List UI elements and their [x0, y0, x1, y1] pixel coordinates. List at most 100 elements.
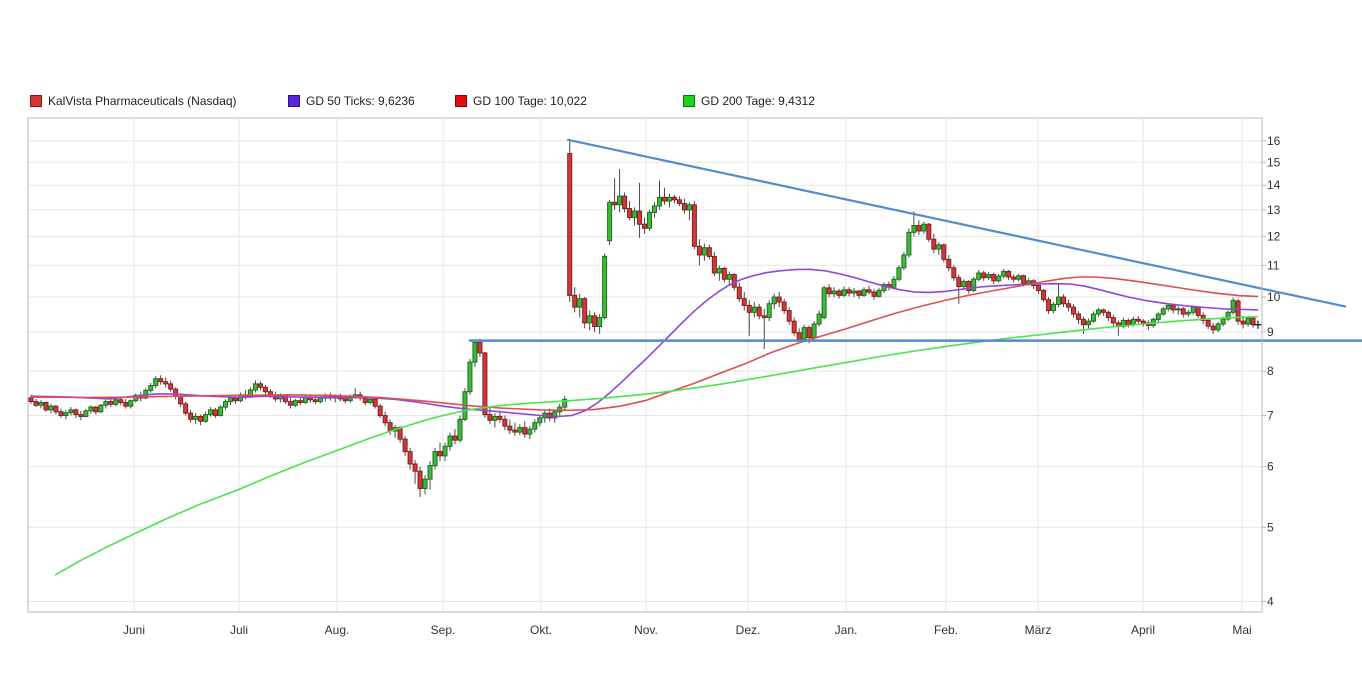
candle-body — [862, 290, 866, 296]
candle-body — [638, 211, 642, 224]
candle-body — [1111, 318, 1115, 323]
candle-body — [473, 343, 477, 363]
candle-body — [603, 256, 607, 317]
candle-body — [957, 278, 961, 287]
candle-body — [737, 287, 741, 298]
candle-body — [59, 412, 63, 416]
candle-body — [503, 419, 507, 426]
candle-body — [977, 273, 981, 279]
candle-body — [343, 399, 347, 401]
candle-body — [288, 402, 292, 406]
candle-body — [533, 423, 537, 429]
candle-body — [922, 224, 926, 231]
candle-body — [478, 343, 482, 353]
candle-body — [368, 399, 372, 402]
x-axis-label: März — [1025, 623, 1052, 637]
candle-body — [1221, 319, 1225, 324]
candle-body — [234, 398, 238, 401]
candle-body — [772, 297, 776, 304]
candle-body — [1027, 281, 1031, 284]
candle-body — [1131, 319, 1135, 324]
candle-body — [1057, 297, 1061, 304]
candle-body — [1002, 271, 1006, 276]
candle-body — [727, 275, 731, 280]
candle-body — [109, 402, 113, 405]
candle-body — [44, 402, 48, 409]
candle-body — [682, 204, 686, 210]
candle-body — [997, 276, 1001, 281]
candle-body — [1007, 271, 1011, 277]
candle-body — [937, 245, 941, 249]
candle-body — [1186, 312, 1190, 314]
candle-body — [1231, 300, 1235, 312]
y-axis-label: 4 — [1267, 594, 1274, 608]
candle-body — [318, 398, 322, 402]
candle-body — [124, 402, 128, 406]
candle-body — [513, 430, 517, 432]
y-axis-label: 5 — [1267, 520, 1274, 534]
candle-body — [842, 290, 846, 296]
candle-body — [94, 407, 98, 412]
candle-body — [1052, 304, 1056, 310]
candle-body — [194, 416, 198, 419]
candle-body — [408, 452, 412, 464]
candle-body — [568, 154, 572, 296]
candle-body — [702, 248, 706, 255]
candle-body — [947, 259, 951, 267]
y-axis-label: 14 — [1267, 178, 1281, 192]
candle-body — [817, 314, 821, 324]
candle-body — [1017, 276, 1021, 279]
y-axis-label: 9 — [1267, 325, 1274, 339]
x-axis-label: Dez. — [736, 623, 761, 637]
candle-body — [488, 415, 492, 421]
candle-body — [199, 416, 203, 421]
candle-body — [403, 439, 407, 451]
candle-body — [633, 211, 637, 217]
candle-body — [1136, 319, 1140, 321]
candle-body — [313, 400, 317, 402]
candle-body — [1206, 320, 1210, 326]
candle-body — [84, 411, 88, 417]
candle-body — [707, 248, 711, 257]
candle-body — [149, 386, 153, 391]
candle-body — [458, 419, 462, 440]
y-axis-label: 13 — [1267, 203, 1281, 217]
candle-body — [583, 299, 587, 323]
candle-body — [104, 402, 108, 406]
candle-body — [1166, 305, 1170, 308]
candle-body — [189, 413, 193, 419]
candle-body — [892, 279, 896, 287]
candle-body — [797, 333, 801, 340]
candle-body — [119, 400, 123, 403]
candle-body — [942, 245, 946, 260]
candle-body — [747, 305, 751, 312]
candle-body — [448, 436, 452, 446]
candle-body — [1037, 286, 1041, 291]
candle-body — [1171, 305, 1175, 309]
x-axis-label: April — [1131, 623, 1155, 637]
candle-body — [1071, 307, 1075, 314]
candle-body — [962, 281, 966, 286]
candle-body — [423, 479, 427, 488]
candle-body — [79, 415, 83, 417]
candle-body — [99, 405, 103, 412]
candle-body — [867, 290, 871, 292]
candle-body — [64, 413, 68, 416]
candle-body — [912, 226, 916, 233]
candle-body — [897, 268, 901, 279]
candle-body — [987, 275, 991, 278]
x-axis-label: Juli — [230, 623, 248, 637]
candle-body — [438, 452, 442, 456]
candle-body — [1081, 319, 1085, 324]
x-axis-label: Okt. — [530, 623, 552, 637]
candle-body — [413, 464, 417, 471]
candle-body — [174, 389, 178, 396]
candle-body — [209, 410, 213, 415]
candle-body — [1241, 321, 1245, 324]
candle-body — [782, 302, 786, 311]
candle-body — [433, 452, 437, 466]
candle-body — [1106, 312, 1110, 317]
x-axis-label: Juni — [123, 623, 145, 637]
candle-body — [1086, 321, 1090, 325]
candle-body — [1181, 309, 1185, 314]
